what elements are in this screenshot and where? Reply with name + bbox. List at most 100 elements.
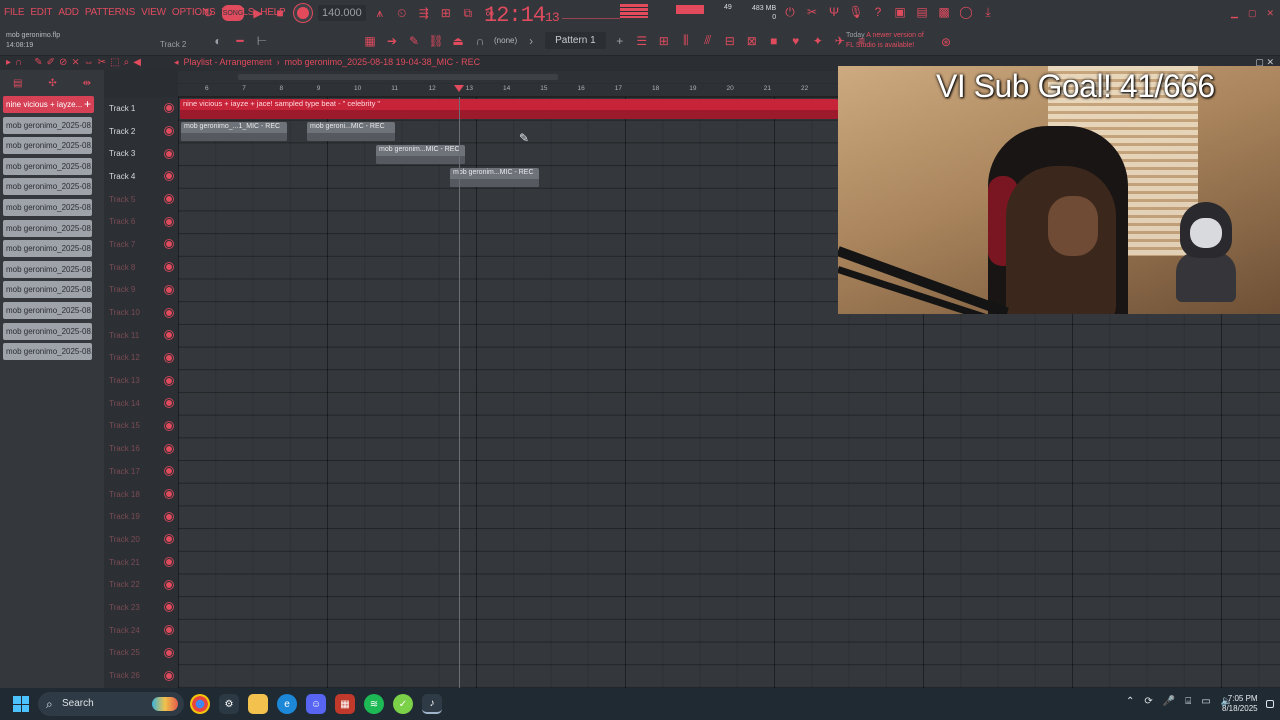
chrome-icon[interactable] (190, 694, 210, 714)
track-header[interactable]: Track 12 (104, 347, 178, 370)
picker-clip[interactable]: mob geronimo_2025-08... (3, 240, 92, 258)
taskbar-search[interactable]: ⌕ Search (38, 692, 184, 716)
spotify-icon[interactable]: ≋ (364, 694, 384, 714)
menu-view[interactable]: VIEW (141, 7, 166, 18)
link-icon[interactable]: ⛓ (428, 33, 444, 49)
track-mute-toggle[interactable] (166, 604, 172, 611)
pencil-icon[interactable]: ✎ (406, 33, 422, 49)
news-icon[interactable]: ⊛ (938, 34, 954, 50)
audio-clip[interactable]: mob geroni...MIC - REC (307, 122, 395, 141)
microphone-icon[interactable]: 🎙 (848, 4, 864, 20)
file-explorer-icon[interactable] (248, 694, 268, 714)
picker-clip[interactable]: mob geronimo_2025-08... (3, 178, 92, 196)
piano-roll-icon[interactable]: ▦ (362, 33, 378, 49)
timeline-ruler[interactable]: 6 7 8 9 10 11 12 13 14 15 16 17 18 19 20 21 22 (178, 84, 838, 97)
plugin-picker-icon[interactable]: ■ (766, 33, 782, 49)
track-mute-toggle[interactable] (166, 468, 172, 475)
countdown-icon[interactable]: ⇶ (416, 5, 432, 21)
notification-icon[interactable] (1266, 700, 1274, 708)
track-header[interactable]: Track 23 (104, 596, 178, 619)
song-position-clock[interactable]: 12:1413 (484, 3, 560, 28)
playlist-menu-icon[interactable]: ▸ (6, 57, 11, 68)
track-mute-toggle[interactable] (166, 173, 172, 180)
picker-clip[interactable]: mob geronimo_2025-08... (3, 322, 92, 340)
track-header[interactable]: Track 24 (104, 619, 178, 642)
check-app-icon[interactable]: ✓ (393, 694, 413, 714)
channel-rack-icon[interactable]: ⊞ (656, 33, 672, 49)
project-icon[interactable]: ⊠ (744, 33, 760, 49)
picker-clip[interactable]: mob geronimo_2025-08... (3, 343, 92, 361)
track-header[interactable]: Track 13 (104, 369, 178, 392)
track-mute-toggle[interactable] (166, 581, 172, 588)
metronome-icon[interactable]: ⩚ (372, 5, 388, 21)
playlist-icon[interactable]: ☰ (634, 33, 650, 49)
track-header[interactable]: Track 26 (104, 664, 178, 687)
wait-input-icon[interactable]: ⏲ (394, 5, 410, 21)
track-mute-toggle[interactable] (166, 672, 172, 679)
slice-tool-icon[interactable]: ✂ (98, 57, 106, 68)
audio-clip[interactable]: mob geronim...MIC - REC (450, 168, 539, 187)
track-mute-toggle[interactable] (166, 536, 172, 543)
plugin-icon[interactable]: ✂ (804, 4, 820, 20)
track-mute-toggle[interactable] (166, 218, 172, 225)
track-header[interactable]: Track 11 (104, 324, 178, 347)
track-mute-toggle[interactable] (166, 649, 172, 656)
arrow-icon[interactable]: ➔ (384, 33, 400, 49)
tempo-display[interactable]: 140.000 (318, 5, 366, 21)
track-header[interactable]: Track 10 (104, 301, 178, 324)
track-header[interactable]: Track 1 (104, 97, 178, 120)
maximize-icon[interactable]: ▢ (1248, 8, 1257, 19)
network-icon[interactable]: ⌸ (1185, 696, 1191, 707)
track-mute-toggle[interactable] (166, 105, 172, 112)
picker-resize-icon[interactable]: ⇹ (83, 78, 91, 89)
track-mute-toggle[interactable] (166, 241, 172, 248)
picker-clip[interactable]: mob geronimo_2025-08... (3, 301, 92, 319)
track-header[interactable]: Track 21 (104, 551, 178, 574)
track-header[interactable]: Track 2 (104, 120, 178, 143)
track-mute-toggle[interactable] (166, 150, 172, 157)
picker-clip[interactable]: mob geronimo_2025-08... (3, 260, 92, 278)
delete-tool-icon[interactable]: ⊘ (59, 57, 67, 68)
track-header[interactable]: Track 14 (104, 392, 178, 415)
mute-tool-icon[interactable]: ⨯ (71, 57, 79, 68)
track-mute-toggle[interactable] (166, 264, 172, 271)
magnet-icon[interactable]: ∩ (472, 33, 488, 49)
eq-icon[interactable]: ⫻ (700, 33, 716, 49)
tray-mic-icon[interactable]: 🎤 (1163, 696, 1175, 707)
track-header[interactable]: Track 3 (104, 142, 178, 165)
discord-icon[interactable]: ☺ (306, 694, 326, 714)
track-mute-toggle[interactable] (166, 491, 172, 498)
snap-icon[interactable]: ⊢ (254, 33, 270, 49)
track-mute-toggle[interactable] (166, 286, 172, 293)
horizontal-scrollbar[interactable] (178, 71, 838, 83)
track-header[interactable]: Track 4 (104, 165, 178, 188)
mixer-icon[interactable]: ⫼ (678, 33, 694, 49)
menu-edit[interactable]: EDIT (30, 7, 52, 18)
track-mute-toggle[interactable] (166, 445, 172, 452)
settings-icon[interactable]: ⚙ (219, 694, 239, 714)
track-mute-toggle[interactable] (166, 377, 172, 384)
track-mute-toggle[interactable] (166, 513, 172, 520)
chat-icon[interactable]: ◯ (958, 4, 974, 20)
save-icon[interactable]: ▤ (914, 4, 930, 20)
track-mute-toggle[interactable] (166, 196, 172, 203)
picker-clip[interactable]: mob geronimo_2025-08... (3, 157, 92, 175)
track-header[interactable]: Track 15 (104, 415, 178, 438)
track-mute-toggle[interactable] (166, 354, 172, 361)
picker-clip-selected[interactable]: nine vicious + iayze... (3, 96, 94, 113)
browser-icon[interactable]: ⊟ (722, 33, 738, 49)
track-mute-toggle[interactable] (166, 309, 172, 316)
audio-clip-beat[interactable]: nine vicious + iayze + jace! sampled typ… (180, 99, 838, 119)
add-pattern-icon[interactable]: + (612, 33, 628, 49)
blend-notes-icon[interactable]: ⧉ (460, 5, 476, 21)
download-icon[interactable]: ⤓ (980, 4, 996, 20)
picker-clip[interactable]: mob geronimo_2025-08... (3, 137, 92, 155)
track-header[interactable]: Track 20 (104, 528, 178, 551)
scrollbar-thumb[interactable] (238, 74, 558, 80)
magnet-snap-icon[interactable]: ∩ (15, 57, 22, 68)
minimize-icon[interactable]: ▁ (1231, 8, 1238, 19)
tuner-icon[interactable]: Ψ (826, 4, 842, 20)
close-icon[interactable]: ✕ (1266, 8, 1274, 19)
stop-button[interactable]: ■ (272, 5, 288, 21)
track-header[interactable]: Track 19 (104, 505, 178, 528)
